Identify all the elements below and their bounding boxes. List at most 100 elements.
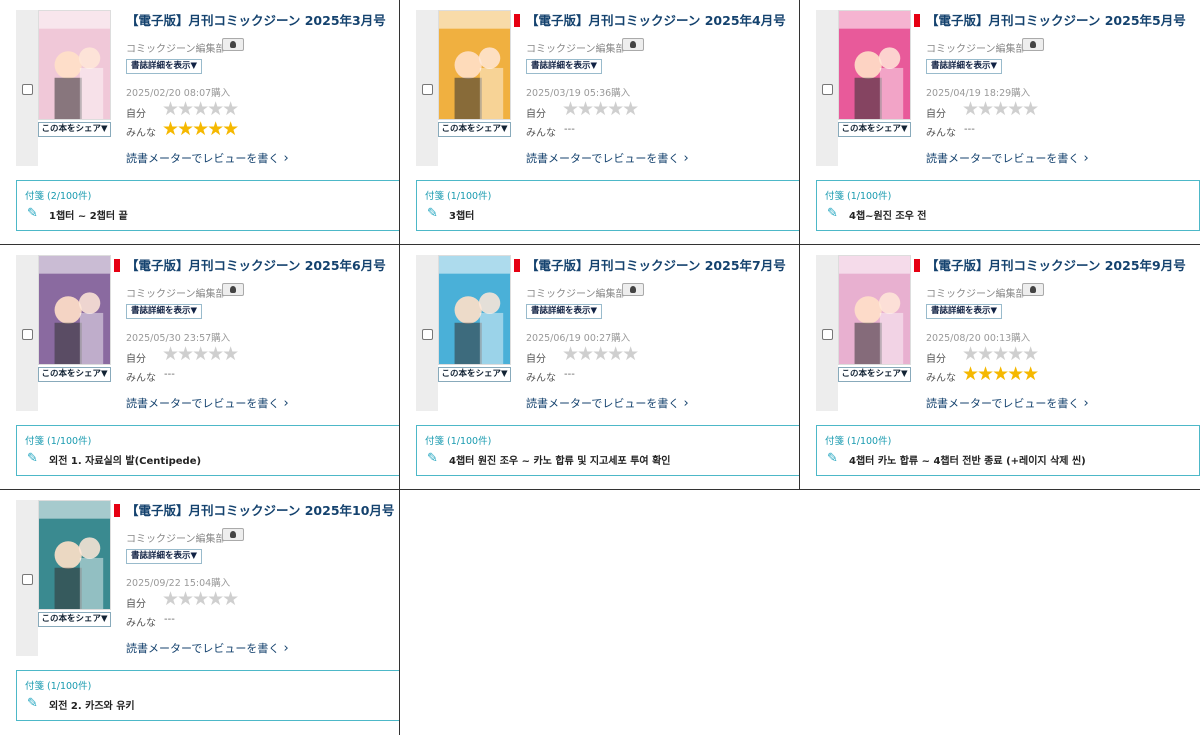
select-checkbox[interactable] [22, 84, 33, 95]
book-card: この本をシェア▼ 【電子版】月刊コミックジーン 2025年6月号 コミックジーン… [0, 245, 400, 490]
book-cover-image[interactable] [838, 255, 911, 365]
pencil-icon[interactable]: ✎ [427, 206, 438, 221]
everyone-rating-label: みんな [526, 373, 556, 384]
note-text[interactable]: 4챕터 원진 조우 ~ 카노 합류 및 지고세포 투여 확인 [449, 452, 670, 467]
detail-toggle-button[interactable]: 書誌詳細を表示▼ [126, 549, 202, 564]
author-link[interactable]: コミックジーン編集部 [126, 40, 226, 55]
write-review-link[interactable]: 読書メーターでレビューを書く [126, 640, 289, 656]
select-checkbox[interactable] [22, 329, 33, 340]
pencil-icon[interactable]: ✎ [827, 451, 838, 466]
pencil-icon[interactable]: ✎ [27, 206, 38, 221]
author-follow-icon[interactable] [222, 528, 244, 541]
author-follow-icon[interactable] [1022, 38, 1044, 51]
book-title[interactable]: 【電子版】月刊コミックジーン 2025年10月号 [126, 500, 394, 519]
sticky-note-box[interactable]: 付箋 (1/100件) ✎ 4챕터 원진 조우 ~ 카노 합류 및 지고세포 투… [416, 425, 799, 476]
select-checkbox[interactable] [822, 84, 833, 95]
author-link[interactable]: コミックジーン編集部 [126, 530, 226, 545]
pencil-icon[interactable]: ✎ [427, 451, 438, 466]
note-text[interactable]: 1챕터 ~ 2챕터 끝 [49, 207, 128, 222]
sticky-note-box[interactable]: 付箋 (2/100件) ✎ 1챕터 ~ 2챕터 끝 [16, 180, 399, 231]
author-link[interactable]: コミックジーン編集部 [526, 40, 626, 55]
pencil-icon[interactable]: ✎ [27, 451, 38, 466]
sticky-note-box[interactable]: 付箋 (1/100件) ✎ 3챕터 [416, 180, 799, 231]
book-cover-image[interactable] [438, 10, 511, 120]
sticky-note-box[interactable]: 付箋 (1/100件) ✎ 4챕~원진 조우 전 [816, 180, 1200, 231]
self-rating-stars[interactable]: ★★★★★ [562, 345, 639, 364]
pencil-icon[interactable]: ✎ [27, 696, 38, 711]
book-card: この本をシェア▼ 【電子版】月刊コミックジーン 2025年9月号 コミックジーン… [800, 245, 1200, 490]
self-rating-stars[interactable]: ★★★★★ [962, 345, 1039, 364]
author-link[interactable]: コミックジーン編集部 [126, 285, 226, 300]
detail-toggle-button[interactable]: 書誌詳細を表示▼ [926, 59, 1002, 74]
self-rating-label: 自分 [926, 109, 946, 120]
book-title[interactable]: 【電子版】月刊コミックジーン 2025年5月号 [926, 10, 1186, 29]
detail-toggle-button[interactable]: 書誌詳細を表示▼ [126, 59, 202, 74]
share-button[interactable]: この本をシェア▼ [38, 122, 111, 137]
self-rating-stars[interactable]: ★★★★★ [562, 100, 639, 119]
note-count[interactable]: 付箋 (1/100件) [25, 433, 91, 447]
author-follow-icon[interactable] [222, 283, 244, 296]
note-count[interactable]: 付箋 (1/100件) [25, 678, 91, 692]
purchase-date: 2025/05/30 23:57購入 [126, 333, 231, 344]
share-button[interactable]: この本をシェア▼ [38, 367, 111, 382]
write-review-link[interactable]: 読書メーターでレビューを書く [126, 150, 289, 166]
share-button[interactable]: この本をシェア▼ [438, 367, 511, 382]
author-follow-icon[interactable] [622, 38, 644, 51]
note-text[interactable]: 외전 2. 카즈와 유키 [49, 697, 135, 712]
self-rating-stars[interactable]: ★★★★★ [162, 100, 239, 119]
detail-toggle-button[interactable]: 書誌詳細を表示▼ [126, 304, 202, 319]
share-button[interactable]: この本をシェア▼ [438, 122, 511, 137]
select-checkbox[interactable] [822, 329, 833, 340]
book-cover-image[interactable] [438, 255, 511, 365]
write-review-link[interactable]: 読書メーターでレビューを書く [526, 150, 689, 166]
note-count[interactable]: 付箋 (1/100件) [425, 188, 491, 202]
note-text[interactable]: 외전 1. 자료실의 발(Centipede) [49, 452, 201, 467]
share-button[interactable]: この本をシェア▼ [38, 612, 111, 627]
book-cover-image[interactable] [38, 10, 111, 120]
pencil-icon[interactable]: ✎ [827, 206, 838, 221]
author-follow-icon[interactable] [622, 283, 644, 296]
book-cover-image[interactable] [38, 500, 111, 610]
note-text[interactable]: 3챕터 [449, 207, 474, 222]
note-text[interactable]: 4챕~원진 조우 전 [849, 207, 927, 222]
sticky-note-box[interactable]: 付箋 (1/100件) ✎ 4챕터 카노 합류 ~ 4챕터 전반 종료 (+레이… [816, 425, 1200, 476]
select-checkbox[interactable] [422, 329, 433, 340]
bookshelf-grid: この本をシェア▼ 【電子版】月刊コミックジーン 2025年3月号 コミックジーン… [0, 0, 1200, 735]
book-cover-image[interactable] [838, 10, 911, 120]
select-checkbox[interactable] [422, 84, 433, 95]
note-count[interactable]: 付箋 (1/100件) [425, 433, 491, 447]
book-title[interactable]: 【電子版】月刊コミックジーン 2025年7月号 [526, 255, 786, 274]
book-title[interactable]: 【電子版】月刊コミックジーン 2025年4月号 [526, 10, 786, 29]
sticky-note-box[interactable]: 付箋 (1/100件) ✎ 외전 2. 카즈와 유키 [16, 670, 399, 721]
author-link[interactable]: コミックジーン編集部 [926, 285, 1026, 300]
note-count[interactable]: 付箋 (1/100件) [825, 188, 891, 202]
detail-toggle-button[interactable]: 書誌詳細を表示▼ [526, 59, 602, 74]
book-card: この本をシェア▼ 【電子版】月刊コミックジーン 2025年7月号 コミックジーン… [400, 245, 800, 490]
note-count[interactable]: 付箋 (2/100件) [25, 188, 91, 202]
self-rating-stars[interactable]: ★★★★★ [162, 345, 239, 364]
write-review-link[interactable]: 読書メーターでレビューを書く [526, 395, 689, 411]
book-cover-image[interactable] [38, 255, 111, 365]
self-rating-stars[interactable]: ★★★★★ [162, 590, 239, 609]
self-rating-stars[interactable]: ★★★★★ [962, 100, 1039, 119]
write-review-link[interactable]: 読書メーターでレビューを書く [926, 395, 1089, 411]
everyone-rating-label: みんな [126, 373, 156, 384]
book-title[interactable]: 【電子版】月刊コミックジーン 2025年3月号 [126, 10, 386, 29]
author-follow-icon[interactable] [1022, 283, 1044, 296]
select-checkbox[interactable] [22, 574, 33, 585]
book-title[interactable]: 【電子版】月刊コミックジーン 2025年9月号 [926, 255, 1186, 274]
sticky-note-box[interactable]: 付箋 (1/100件) ✎ 외전 1. 자료실의 발(Centipede) [16, 425, 399, 476]
detail-toggle-button[interactable]: 書誌詳細を表示▼ [526, 304, 602, 319]
book-title[interactable]: 【電子版】月刊コミックジーン 2025年6月号 [126, 255, 386, 274]
write-review-link[interactable]: 読書メーターでレビューを書く [126, 395, 289, 411]
share-button[interactable]: この本をシェア▼ [838, 367, 911, 382]
author-link[interactable]: コミックジーン編集部 [526, 285, 626, 300]
author-link[interactable]: コミックジーン編集部 [926, 40, 1026, 55]
detail-toggle-button[interactable]: 書誌詳細を表示▼ [926, 304, 1002, 319]
note-count[interactable]: 付箋 (1/100件) [825, 433, 891, 447]
write-review-link[interactable]: 読書メーターでレビューを書く [926, 150, 1089, 166]
note-text[interactable]: 4챕터 카노 합류 ~ 4챕터 전반 종료 (+레이지 삭제 씬) [849, 452, 1086, 467]
share-button[interactable]: この本をシェア▼ [838, 122, 911, 137]
author-follow-icon[interactable] [222, 38, 244, 51]
self-rating-label: 自分 [526, 109, 546, 120]
